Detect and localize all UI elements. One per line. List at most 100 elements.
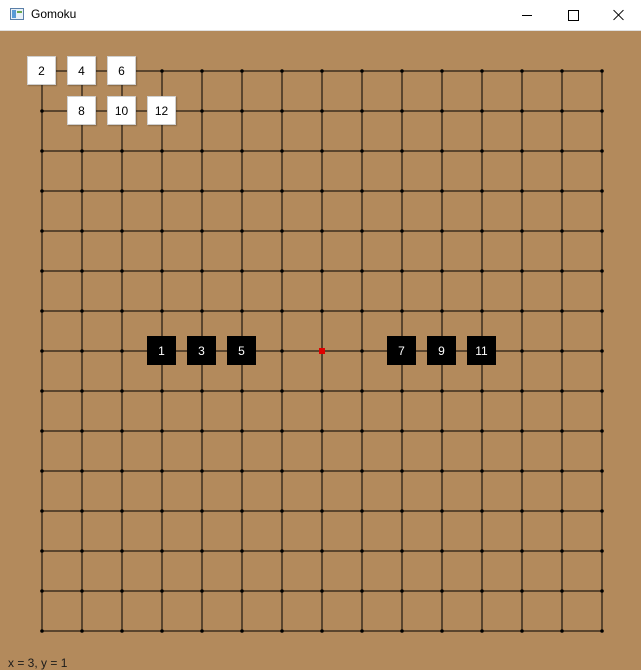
- intersection-point[interactable]: [160, 389, 164, 393]
- intersection-point[interactable]: [360, 469, 364, 473]
- intersection-point[interactable]: [520, 189, 524, 193]
- intersection-point[interactable]: [160, 589, 164, 593]
- intersection-point[interactable]: [240, 549, 244, 553]
- intersection-point[interactable]: [440, 109, 444, 113]
- board-grid[interactable]: [0, 31, 641, 670]
- intersection-point[interactable]: [480, 429, 484, 433]
- intersection-point[interactable]: [80, 349, 84, 353]
- intersection-point[interactable]: [400, 549, 404, 553]
- intersection-point[interactable]: [400, 509, 404, 513]
- intersection-point[interactable]: [280, 389, 284, 393]
- intersection-point[interactable]: [320, 589, 324, 593]
- intersection-point[interactable]: [400, 429, 404, 433]
- intersection-point[interactable]: [40, 269, 44, 273]
- intersection-point[interactable]: [200, 309, 204, 313]
- intersection-point[interactable]: [400, 469, 404, 473]
- intersection-point[interactable]: [400, 389, 404, 393]
- intersection-point[interactable]: [560, 549, 564, 553]
- intersection-point[interactable]: [240, 629, 244, 633]
- intersection-point[interactable]: [280, 509, 284, 513]
- intersection-point[interactable]: [400, 109, 404, 113]
- intersection-point[interactable]: [120, 429, 124, 433]
- intersection-point[interactable]: [80, 509, 84, 513]
- intersection-point[interactable]: [160, 269, 164, 273]
- intersection-point[interactable]: [560, 69, 564, 73]
- intersection-point[interactable]: [80, 229, 84, 233]
- intersection-point[interactable]: [400, 69, 404, 73]
- intersection-point[interactable]: [240, 149, 244, 153]
- intersection-point[interactable]: [480, 589, 484, 593]
- intersection-point[interactable]: [480, 549, 484, 553]
- intersection-point[interactable]: [240, 589, 244, 593]
- intersection-point[interactable]: [200, 189, 204, 193]
- intersection-point[interactable]: [240, 389, 244, 393]
- intersection-point[interactable]: [240, 229, 244, 233]
- intersection-point[interactable]: [560, 389, 564, 393]
- intersection-point[interactable]: [240, 309, 244, 313]
- intersection-point[interactable]: [40, 589, 44, 593]
- intersection-point[interactable]: [160, 469, 164, 473]
- intersection-point[interactable]: [520, 309, 524, 313]
- intersection-point[interactable]: [560, 589, 564, 593]
- intersection-point[interactable]: [360, 389, 364, 393]
- intersection-point[interactable]: [120, 229, 124, 233]
- intersection-point[interactable]: [240, 269, 244, 273]
- intersection-point[interactable]: [360, 509, 364, 513]
- intersection-point[interactable]: [80, 589, 84, 593]
- intersection-point[interactable]: [440, 389, 444, 393]
- intersection-point[interactable]: [560, 229, 564, 233]
- intersection-point[interactable]: [160, 69, 164, 73]
- intersection-point[interactable]: [480, 389, 484, 393]
- intersection-point[interactable]: [120, 349, 124, 353]
- intersection-point[interactable]: [120, 509, 124, 513]
- intersection-point[interactable]: [560, 149, 564, 153]
- intersection-point[interactable]: [240, 189, 244, 193]
- intersection-point[interactable]: [80, 429, 84, 433]
- intersection-point[interactable]: [440, 429, 444, 433]
- intersection-point[interactable]: [280, 189, 284, 193]
- intersection-point[interactable]: [120, 629, 124, 633]
- intersection-point[interactable]: [80, 309, 84, 313]
- intersection-point[interactable]: [560, 189, 564, 193]
- intersection-point[interactable]: [360, 349, 364, 353]
- intersection-point[interactable]: [160, 509, 164, 513]
- intersection-point[interactable]: [520, 509, 524, 513]
- intersection-point[interactable]: [200, 629, 204, 633]
- intersection-point[interactable]: [320, 269, 324, 273]
- intersection-point[interactable]: [240, 509, 244, 513]
- intersection-point[interactable]: [480, 69, 484, 73]
- intersection-point[interactable]: [560, 509, 564, 513]
- intersection-point[interactable]: [160, 309, 164, 313]
- intersection-point[interactable]: [280, 549, 284, 553]
- minimize-button[interactable]: [504, 0, 550, 30]
- intersection-point[interactable]: [480, 629, 484, 633]
- intersection-point[interactable]: [80, 389, 84, 393]
- intersection-point[interactable]: [400, 269, 404, 273]
- intersection-point[interactable]: [400, 149, 404, 153]
- intersection-point[interactable]: [600, 149, 604, 153]
- intersection-point[interactable]: [200, 389, 204, 393]
- intersection-point[interactable]: [40, 229, 44, 233]
- intersection-point[interactable]: [520, 349, 524, 353]
- intersection-point[interactable]: [200, 149, 204, 153]
- intersection-point[interactable]: [600, 349, 604, 353]
- intersection-point[interactable]: [520, 469, 524, 473]
- intersection-point[interactable]: [600, 109, 604, 113]
- intersection-point[interactable]: [40, 549, 44, 553]
- intersection-point[interactable]: [360, 549, 364, 553]
- intersection-point[interactable]: [600, 389, 604, 393]
- intersection-point[interactable]: [600, 629, 604, 633]
- intersection-point[interactable]: [560, 109, 564, 113]
- intersection-point[interactable]: [280, 589, 284, 593]
- intersection-point[interactable]: [200, 469, 204, 473]
- intersection-point[interactable]: [320, 229, 324, 233]
- intersection-point[interactable]: [160, 229, 164, 233]
- close-button[interactable]: [596, 0, 641, 30]
- intersection-point[interactable]: [160, 149, 164, 153]
- intersection-point[interactable]: [40, 309, 44, 313]
- intersection-point[interactable]: [440, 549, 444, 553]
- intersection-point[interactable]: [200, 69, 204, 73]
- intersection-point[interactable]: [560, 349, 564, 353]
- intersection-point[interactable]: [360, 109, 364, 113]
- intersection-point[interactable]: [560, 469, 564, 473]
